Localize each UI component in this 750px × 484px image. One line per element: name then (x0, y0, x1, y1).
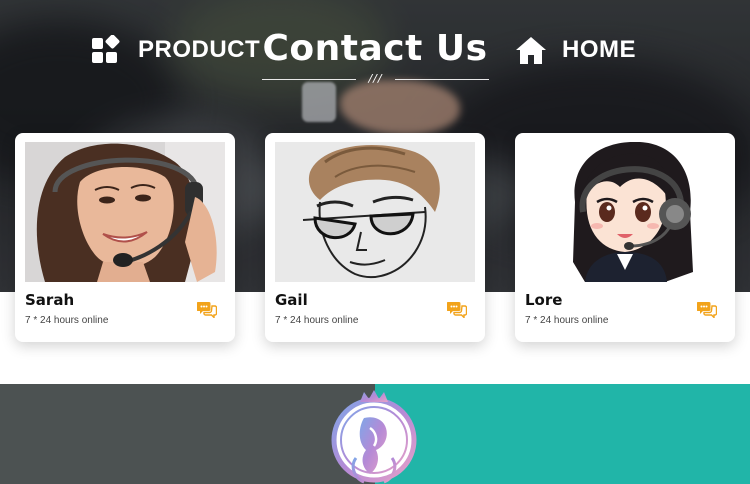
nav-product-label: PRODUCT (138, 36, 261, 63)
nav-home-button[interactable]: HOME (515, 33, 636, 67)
chat-bubbles-icon[interactable] (447, 300, 467, 318)
nav-home-label: HOME (562, 36, 636, 63)
title-divider-mark: /// (368, 72, 383, 85)
grid-blocks-icon (92, 35, 120, 63)
agent-card-sarah[interactable]: Sarah 7 * 24 hours online (15, 133, 235, 342)
queen-crown-logo[interactable] (330, 388, 418, 484)
agent-avatar (275, 142, 475, 282)
chat-bubbles-icon[interactable] (697, 300, 717, 318)
nav-product-panel[interactable] (0, 384, 375, 484)
agent-avatar (525, 142, 725, 282)
title-divider-left (262, 79, 356, 80)
agent-status: 7 * 24 hours online (525, 315, 609, 326)
agent-name: Gail (275, 291, 308, 309)
nav-home-panel[interactable] (375, 384, 750, 484)
agent-avatar (25, 142, 225, 282)
contact-page: Contact Us /// Sarah 7 * 24 hours online… (0, 0, 750, 484)
chat-bubbles-icon[interactable] (197, 300, 217, 318)
agent-name: Sarah (25, 291, 75, 309)
agent-card-gail[interactable]: Gail 7 * 24 hours online (265, 133, 485, 342)
nav-product-button[interactable]: PRODUCT (91, 33, 260, 67)
agent-status: 7 * 24 hours online (25, 315, 109, 326)
house-icon (516, 37, 546, 64)
agent-status: 7 * 24 hours online (275, 315, 359, 326)
agent-card-lore[interactable]: Lore 7 * 24 hours online (515, 133, 735, 342)
agent-name: Lore (525, 291, 563, 309)
title-divider-right (395, 79, 489, 80)
